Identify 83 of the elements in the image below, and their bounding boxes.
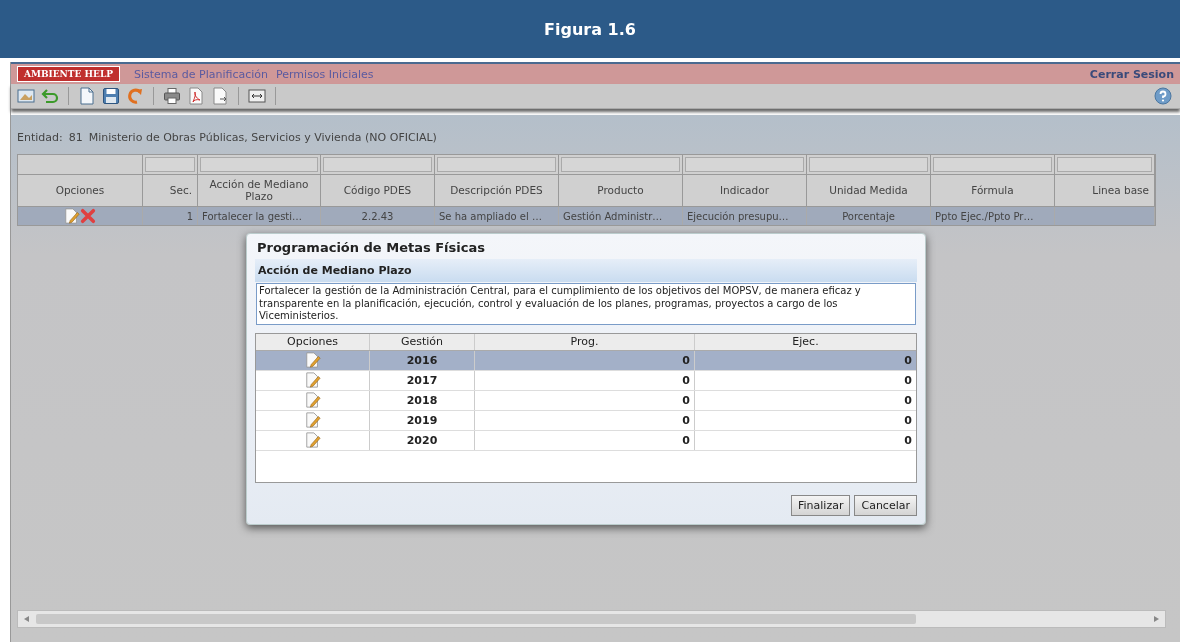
table-cell: Ppto Ejec./Ppto Pr… — [935, 210, 1034, 222]
table-cell: 1 — [186, 210, 193, 222]
table-cell: Porcentaje — [842, 210, 895, 222]
export-document-icon[interactable] — [211, 87, 229, 105]
edit-icon[interactable] — [304, 432, 321, 448]
column-header[interactable]: Opciones — [18, 175, 143, 207]
table-cell: 0 — [904, 353, 912, 367]
table-row[interactable]: 2017 0 0 — [256, 370, 916, 391]
entity-label: Entidad: — [17, 131, 63, 144]
filter-field[interactable] — [685, 157, 804, 172]
horizontal-scrollbar[interactable] — [17, 610, 1166, 628]
edit-icon[interactable] — [64, 208, 80, 224]
filter-field[interactable] — [437, 157, 556, 172]
logout-link[interactable]: Cerrar Sesion — [1089, 67, 1174, 81]
table-cell: 2018 — [406, 393, 438, 407]
figure-title: Figura 1.6 — [544, 19, 636, 39]
environment-badge: AMBIENTE HELP — [17, 66, 120, 82]
column-header[interactable]: Acción de Mediano Plazo — [198, 175, 321, 207]
filter-field[interactable] — [809, 157, 928, 172]
table-cell: 0 — [904, 433, 912, 447]
table-row[interactable]: 1 Fortalecer la gesti… 2.2.43 Se ha ampliado el … Gestión Administr… Ejecución presupu… Porcentaje Ppto Ejec./Ppto Pr… — [18, 207, 1155, 225]
table-cell: Gestión Administr… — [563, 210, 663, 222]
section-header: Acción de Mediano Plazo — [255, 259, 917, 282]
document-icon[interactable] — [78, 87, 96, 105]
filter-field[interactable] — [561, 157, 680, 172]
entity-code: 81 — [68, 131, 83, 144]
column-header[interactable]: Código PDES — [321, 175, 435, 207]
delete-icon[interactable] — [80, 208, 96, 224]
column-header[interactable]: Opciones — [256, 333, 370, 350]
table-cell: Se ha ampliado el … — [439, 210, 542, 222]
table-row[interactable]: 2019 0 0 — [256, 410, 916, 431]
table-cell: Fortalecer la gesti… — [202, 210, 303, 222]
table-row[interactable]: 2018 0 0 — [256, 390, 916, 411]
column-header[interactable]: Prog. — [475, 333, 695, 350]
edit-icon[interactable] — [304, 412, 321, 428]
column-header[interactable]: Linea base — [1055, 175, 1155, 207]
scroll-left-icon[interactable] — [24, 616, 30, 622]
column-header[interactable]: Fórmula — [931, 175, 1055, 207]
filter-field[interactable] — [1057, 157, 1152, 172]
table-cell: 2020 — [406, 433, 438, 447]
column-header[interactable]: Ejec. — [695, 333, 916, 350]
table-cell: 0 — [682, 413, 690, 427]
pdf-icon[interactable] — [187, 87, 205, 105]
filter-field[interactable] — [323, 157, 432, 172]
refresh-icon[interactable] — [126, 87, 144, 105]
table-cell: 2019 — [406, 413, 438, 427]
dialog-title: Programación de Metas Físicas — [256, 239, 486, 257]
expand-width-icon[interactable] — [248, 87, 266, 105]
save-icon[interactable] — [102, 87, 120, 105]
column-header[interactable]: Descripción PDES — [435, 175, 559, 207]
table-row[interactable]: 2020 0 0 — [256, 430, 916, 451]
edit-icon[interactable] — [304, 372, 321, 388]
table-cell: 0 — [682, 373, 690, 387]
table-cell: 2.2.43 — [361, 210, 394, 222]
table-row[interactable]: 2016 0 0 — [256, 350, 916, 371]
table-cell: 0 — [904, 393, 912, 407]
table-cell: 2017 — [406, 373, 438, 387]
table-cell: 0 — [904, 373, 912, 387]
printer-icon[interactable] — [163, 87, 181, 105]
scroll-right-icon[interactable] — [1153, 616, 1159, 622]
table-cell: 0 — [682, 393, 690, 407]
column-header[interactable]: Unidad Medida — [807, 175, 931, 207]
help-icon[interactable] — [1154, 87, 1172, 105]
finish-button[interactable]: Finalizar — [791, 494, 851, 516]
table-cell: 0 — [682, 353, 690, 367]
table-cell: 2016 — [406, 353, 438, 367]
column-header[interactable]: Sec. — [143, 175, 198, 207]
column-header[interactable]: Indicador — [683, 175, 807, 207]
cancel-button[interactable]: Cancelar — [854, 494, 917, 516]
filter-field[interactable] — [200, 157, 318, 172]
edit-icon[interactable] — [304, 352, 321, 368]
description-text-area[interactable]: Fortalecer la gestión de la Administración Central, para el cumplimiento de los objetivos del MOPSV, de manera eficaz y transparente en la planificación, ejecución, control y evaluación de los planes, programas, proyectos a cargo de los Viceministerios. — [256, 283, 916, 325]
entity-name: Ministerio de Obras Públicas, Servicios y Vivienda (NO OFICIAL) — [88, 131, 437, 144]
picture-icon[interactable] — [17, 87, 35, 105]
undo-icon[interactable] — [41, 87, 59, 105]
filter-field[interactable] — [145, 157, 195, 172]
edit-icon[interactable] — [304, 392, 321, 408]
column-header[interactable]: Gestión — [370, 333, 475, 350]
column-header[interactable]: Producto — [559, 175, 683, 207]
table-cell: 0 — [904, 413, 912, 427]
table-cell: Ejecución presupu… — [687, 210, 789, 222]
table-cell: 0 — [682, 433, 690, 447]
filter-field[interactable] — [933, 157, 1052, 172]
